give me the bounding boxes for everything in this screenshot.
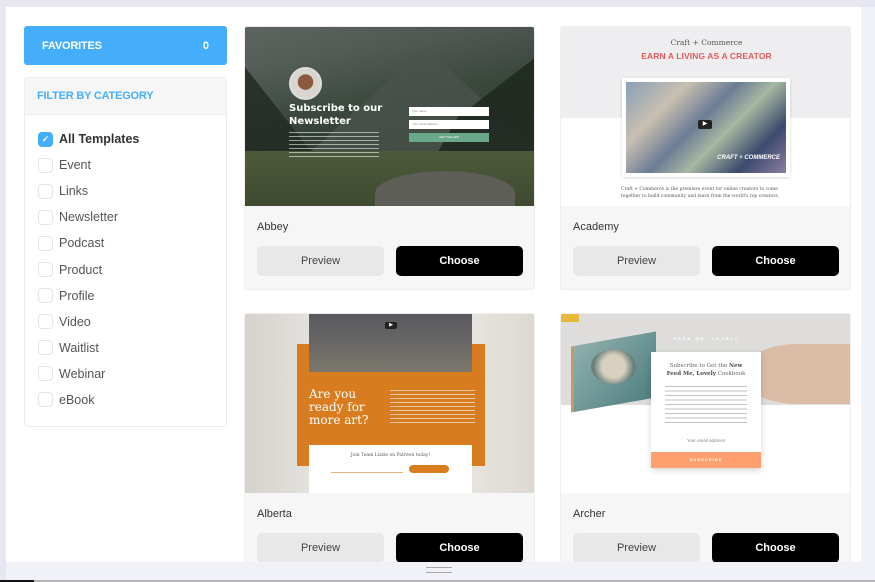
choose-button[interactable]: Choose	[712, 246, 839, 276]
thumb-submit-button: GET THE APP	[409, 133, 489, 142]
thumb-subtitle: Craft + Commerce	[670, 38, 743, 47]
category-list: ✓ All Templates Event Links Newsletter P…	[25, 115, 226, 413]
template-card-academy: Craft + Commerce EARN A LIVING AS A CREA…	[560, 26, 851, 290]
category-all-templates[interactable]: ✓ All Templates	[38, 126, 226, 152]
category-label: eBook	[59, 392, 95, 407]
thumb-email-field: Your email address	[409, 120, 489, 129]
heading-part: Subscribe to Get the	[669, 363, 729, 369]
category-label: Waitlist	[59, 340, 99, 355]
heading-part: Cookbook	[715, 371, 746, 377]
checkbox-icon[interactable]	[38, 340, 53, 356]
checkbox-icon[interactable]	[38, 209, 53, 225]
thumb-body-text	[390, 390, 475, 426]
checkbox-checked-icon[interactable]: ✓	[38, 131, 53, 147]
checkbox-icon[interactable]	[38, 366, 53, 382]
avatar-image	[289, 67, 322, 100]
category-label: Podcast	[59, 236, 105, 251]
thumb-subscribe-button: SUBSCRIBE	[651, 452, 761, 468]
thumb-signup-form: Join Team Lizzie on Patreon today!	[309, 445, 472, 493]
bowl-graphic	[591, 349, 636, 384]
category-filter: FILTER BY CATEGORY ✓ All Templates Event…	[24, 77, 227, 427]
template-name: Archer	[573, 508, 606, 520]
filter-heading: FILTER BY CATEGORY	[25, 78, 226, 115]
play-icon: ▶	[698, 120, 712, 129]
checkbox-icon[interactable]	[38, 157, 53, 173]
category-profile[interactable]: Profile	[38, 283, 226, 309]
checkbox-icon[interactable]	[38, 288, 53, 304]
thumb-brand: FEED ME, LOVELY	[673, 336, 740, 341]
category-video[interactable]: Video	[38, 309, 226, 335]
category-label: Links	[59, 184, 89, 199]
thumb-email-field: Your email address	[686, 438, 726, 443]
category-label: Webinar	[59, 366, 106, 381]
template-name: Abbey	[257, 221, 289, 233]
checkbox-icon[interactable]	[38, 392, 53, 408]
favorites-label: FAVORITES	[42, 39, 102, 52]
template-thumbnail[interactable]: ▶ Are you ready for more art? Join Team …	[245, 314, 534, 493]
favorites-count: 0	[202, 39, 209, 52]
category-webinar[interactable]: Webinar	[38, 361, 226, 387]
resize-bar	[6, 562, 861, 580]
play-icon: ▶	[385, 322, 397, 329]
preview-button[interactable]: Preview	[257, 246, 384, 276]
thumb-heading: Are you ready for more art?	[309, 387, 369, 427]
category-event[interactable]: Event	[38, 152, 226, 178]
category-label: Newsletter	[59, 210, 119, 225]
template-thumbnail[interactable]: FEED ME, LOVELY Subscribe to Get the New…	[561, 314, 850, 493]
choose-button[interactable]: Choose	[396, 246, 523, 276]
category-label: Profile	[59, 288, 95, 303]
checkbox-icon[interactable]	[38, 235, 53, 251]
heading-part: New	[729, 363, 743, 369]
favorites-button[interactable]: FAVORITES 0	[24, 26, 227, 65]
category-links[interactable]: Links	[38, 178, 226, 204]
checkbox-icon[interactable]	[38, 183, 53, 199]
thumb-email-line	[331, 472, 403, 473]
heading-part: Feed Me, Lovely	[666, 371, 716, 377]
category-label: Event	[59, 158, 91, 173]
scrollbar-track[interactable]	[861, 7, 875, 582]
template-card-alberta: ▶ Are you ready for more art? Join Team …	[244, 313, 535, 562]
template-thumbnail[interactable]: Craft + Commerce EARN A LIVING AS A CREA…	[561, 27, 850, 206]
choose-button[interactable]: Choose	[712, 533, 839, 562]
thumb-submit-button	[409, 465, 449, 473]
drag-handle-icon[interactable]	[426, 567, 452, 573]
category-label: Video	[59, 314, 91, 329]
category-newsletter[interactable]: Newsletter	[38, 204, 226, 230]
preview-button[interactable]: Preview	[573, 246, 700, 276]
category-label: Product	[59, 262, 103, 277]
category-waitlist[interactable]: Waitlist	[38, 335, 226, 361]
category-label: All Templates	[59, 132, 140, 147]
thumb-name-field: Your name	[409, 107, 489, 116]
template-card-abbey: Subscribe to our Newsletter Your name Yo…	[244, 26, 535, 290]
preview-button[interactable]: Preview	[573, 533, 700, 562]
thumb-body-text	[289, 132, 379, 158]
template-thumbnail[interactable]: Subscribe to our Newsletter Your name Yo…	[245, 27, 534, 206]
thumb-logo: CRAFT + COMMERCE	[717, 155, 780, 161]
template-card-archer: FEED ME, LOVELY Subscribe to Get the New…	[560, 313, 851, 562]
category-podcast[interactable]: Podcast	[38, 230, 226, 256]
thumb-heading: EARN A LIVING AS A CREATOR	[641, 51, 772, 61]
preview-button[interactable]: Preview	[257, 533, 384, 562]
template-name: Academy	[573, 221, 619, 233]
thumb-heading: Subscribe to our Newsletter	[289, 103, 383, 127]
decor-block	[561, 314, 579, 322]
choose-button[interactable]: Choose	[396, 533, 523, 562]
template-name: Alberta	[257, 508, 292, 520]
checkbox-icon[interactable]	[38, 314, 53, 330]
thumb-description: Craft + Commerce is the premiere event f…	[621, 187, 780, 199]
template-picker-panel: FAVORITES 0 FILTER BY CATEGORY ✓ All Tem…	[6, 7, 861, 562]
thumb-body-text	[665, 386, 747, 426]
thumb-cta: Join Team Lizzie on Patreon today!	[350, 453, 431, 458]
thumb-signup-box: Subscribe to Get the New Feed Me, Lovely…	[651, 352, 761, 468]
thumb-video: ▶ CRAFT + COMMERCE	[622, 78, 790, 177]
checkbox-icon[interactable]	[38, 262, 53, 278]
thumb-heading: Subscribe to Get the New Feed Me, Lovely…	[651, 362, 761, 378]
category-product[interactable]: Product	[38, 256, 226, 282]
category-ebook[interactable]: eBook	[38, 387, 226, 413]
